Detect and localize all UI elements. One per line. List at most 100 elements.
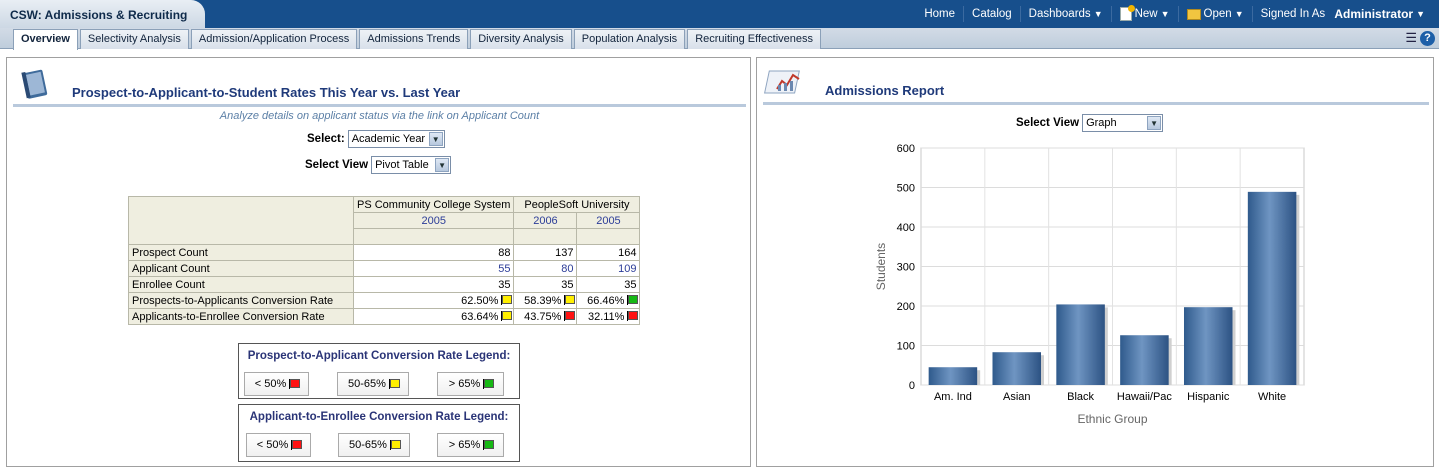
spacer-cell — [513, 228, 578, 245]
cell-value: 63.64% — [461, 310, 499, 323]
select-row: Select: Academic Year ▼ — [307, 130, 445, 148]
yellow-flag-icon — [501, 294, 513, 305]
red-flag-icon — [291, 440, 303, 450]
user-menu[interactable]: Signed In As Administrator ▼ — [1251, 6, 1433, 22]
open-menu[interactable]: Open ▼ — [1177, 6, 1252, 22]
row-label: Prospects-to-Applicants Conversion Rate — [128, 292, 354, 309]
section-title: Prospect-to-Applicant-to-Student Rates T… — [72, 85, 461, 100]
yellow-flag-icon — [564, 294, 576, 305]
green-flag-icon — [483, 379, 495, 389]
y-axis-label: Students — [874, 243, 888, 290]
legend-item: > 65% — [437, 433, 504, 457]
tab-recruiting-effectiveness[interactable]: Recruiting Effectiveness — [687, 29, 821, 49]
signed-in-label: Signed In As — [1260, 8, 1326, 20]
global-nav: Home Catalog Dashboards ▼ New ▼ Open ▼ Sign… — [916, 0, 1433, 28]
legend-item: < 50% — [246, 433, 311, 457]
table-row: Enrollee Count 35 35 35 — [128, 276, 641, 293]
cell-value: 35 — [561, 278, 574, 291]
tab-diversity-analysis[interactable]: Diversity Analysis — [470, 29, 572, 49]
legend-title: Prospect-to-Applicant Conversion Rate Le… — [247, 350, 511, 362]
col-group-header: PeopleSoft University — [513, 196, 641, 213]
legend-title: Applicant-to-Enrollee Conversion Rate Le… — [249, 411, 509, 423]
dashboard-tab-bar: Overview Selectivity Analysis Admission/Ap… — [0, 28, 1439, 50]
table-cell: 35 — [352, 276, 515, 293]
table-cell[interactable]: 109 — [576, 260, 641, 277]
legend-prospect-applicant: Prospect-to-Applicant Conversion Rate Le… — [238, 343, 520, 399]
cell-value: 55 — [498, 262, 511, 275]
table-cell: 137 — [513, 244, 578, 261]
book-icon — [21, 69, 48, 99]
table-cell: 164 — [576, 244, 641, 261]
page-options-icon[interactable]: ☰ — [1405, 30, 1417, 46]
table-cell: 58.39% — [513, 292, 578, 309]
new-document-icon — [1119, 5, 1135, 21]
tab-overview[interactable]: Overview — [13, 29, 78, 50]
cell-value: 35 — [624, 278, 637, 291]
y-tick-label: 500 — [897, 183, 915, 195]
cell-value: 164 — [618, 246, 637, 259]
app-title: CSW: Admissions & Recruiting — [0, 0, 205, 28]
legend-applicant-enrollee: Applicant-to-Enrollee Conversion Rate Le… — [238, 404, 520, 462]
table-cell[interactable]: 80 — [513, 260, 578, 277]
table-cell: 32.11% — [576, 308, 641, 325]
row-label: Applicants-to-Enrollee Conversion Rate — [128, 308, 354, 325]
legend-label: < 50% — [256, 439, 289, 451]
chevron-down-icon: ▼ — [428, 132, 443, 146]
row-label: Prospect Count — [128, 244, 354, 261]
new-menu[interactable]: New ▼ — [1110, 5, 1178, 22]
table-cell: 35 — [576, 276, 641, 293]
bar-am-ind — [928, 367, 978, 385]
view-value: Pivot Table — [375, 159, 429, 171]
col-group-header: PS Community College System — [352, 196, 515, 213]
year-header: 2005 — [352, 212, 515, 229]
academic-year-select[interactable]: Academic Year ▼ — [347, 130, 445, 148]
folder-icon — [1186, 8, 1201, 20]
table-cell: 66.46% — [576, 292, 641, 309]
tab-population-analysis[interactable]: Population Analysis — [573, 29, 686, 49]
section-title: Admissions Report — [825, 83, 945, 98]
yellow-flag-icon — [501, 310, 513, 321]
top-bar: CSW: Admissions & Recruiting Home Catalo… — [0, 0, 1439, 28]
x-tick-label: Black — [1067, 391, 1094, 403]
catalog-link[interactable]: Catalog — [963, 6, 1020, 22]
tabs: Overview Selectivity Analysis Admission/Ap… — [13, 28, 823, 50]
section-header: Prospect-to-Applicant-to-Student Rates T… — [13, 69, 746, 107]
legend-item: 50-65% — [337, 372, 409, 396]
select-value: Academic Year — [351, 133, 426, 145]
tab-selectivity-analysis[interactable]: Selectivity Analysis — [79, 29, 189, 49]
yellow-flag-icon — [389, 440, 401, 450]
dashboards-menu[interactable]: Dashboards ▼ — [1019, 6, 1111, 22]
yellow-flag-icon — [388, 379, 400, 389]
legend-item: < 50% — [244, 372, 309, 396]
legend-item: > 65% — [437, 372, 504, 396]
table-row: Prospect Count 88 137 164 — [128, 244, 641, 261]
tab-admission-application-process[interactable]: Admission/Application Process — [190, 29, 358, 49]
select-label: Select: — [307, 133, 345, 145]
instruction-note: Analyze details on applicant status via … — [219, 110, 540, 122]
page-tools: ☰ ? — [1405, 30, 1435, 46]
cell-value: 88 — [498, 246, 511, 259]
legend-label: > 65% — [448, 378, 481, 390]
left-section: Prospect-to-Applicant-to-Student Rates T… — [6, 57, 751, 467]
help-icon[interactable]: ? — [1420, 30, 1435, 46]
home-link[interactable]: Home — [916, 6, 963, 22]
tab-admissions-trends[interactable]: Admissions Trends — [359, 29, 469, 49]
legend-label: > 65% — [448, 439, 481, 451]
y-tick-label: 200 — [897, 301, 915, 313]
view-label: Select View — [305, 159, 369, 171]
cell-value: 109 — [618, 262, 637, 275]
table-cell[interactable]: 55 — [352, 260, 515, 277]
row-label: Applicant Count — [128, 260, 354, 277]
cell-value: 80 — [561, 262, 574, 275]
chevron-down-icon: ▼ — [435, 158, 450, 172]
table-row: Applicants-to-Enrollee Conversion Rate 63… — [128, 308, 641, 325]
view-row: Select View Pivot Table ▼ — [305, 156, 452, 174]
view-select[interactable]: Pivot Table ▼ — [371, 156, 452, 174]
bar-black — [1056, 304, 1105, 385]
cell-value: 58.39% — [524, 294, 562, 307]
x-tick-label: Hispanic — [1187, 391, 1230, 403]
chevron-down-icon: ▼ — [1093, 9, 1103, 19]
bar-hawaii-pac — [1120, 335, 1169, 385]
y-tick-label: 100 — [897, 341, 915, 353]
cell-value: 62.50% — [461, 294, 499, 307]
